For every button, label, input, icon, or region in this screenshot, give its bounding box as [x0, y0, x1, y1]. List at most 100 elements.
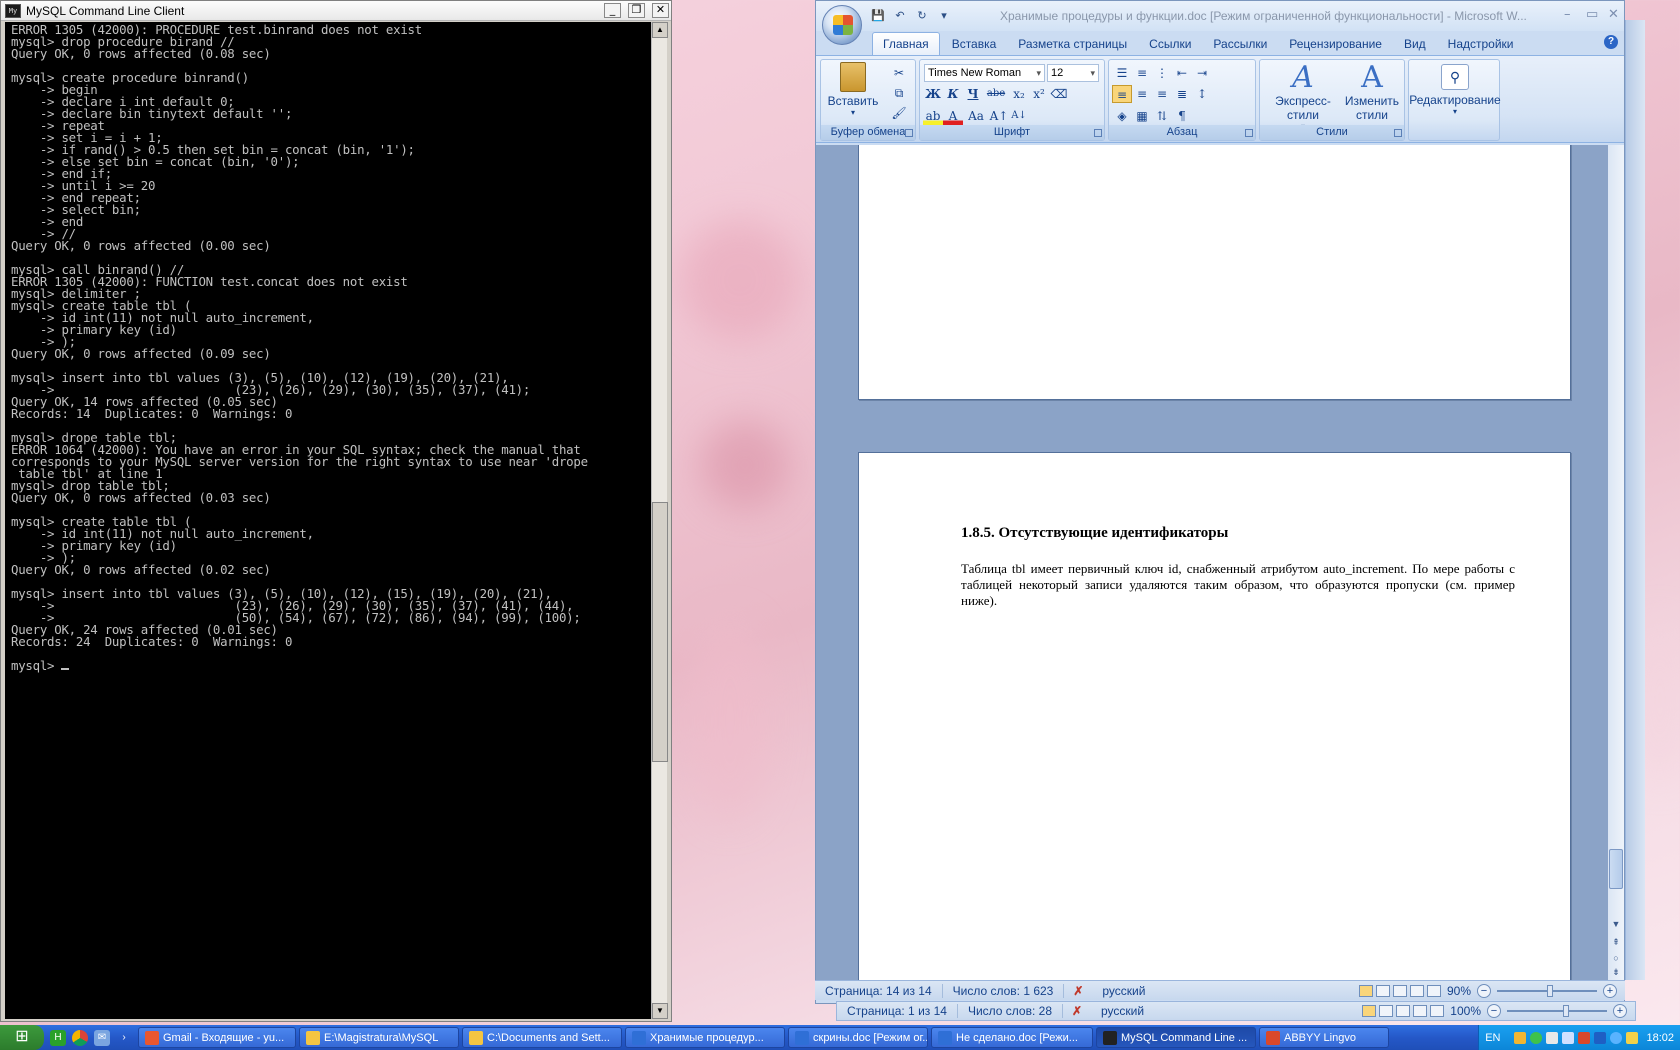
- tray-update-icon[interactable]: [1610, 1031, 1623, 1044]
- print-layout-icon[interactable]: [1358, 984, 1373, 997]
- justify-icon[interactable]: ≣: [1172, 85, 1192, 103]
- status-page[interactable]: Страница: 14 из 14: [815, 983, 943, 998]
- underline-button[interactable]: Ч: [963, 85, 983, 103]
- console-output[interactable]: ERROR 1305 (42000): PROCEDURE test.binra…: [5, 22, 653, 1019]
- font-color-icon[interactable]: A: [943, 107, 963, 125]
- taskbar-button[interactable]: Хранимые процедур...: [625, 1027, 785, 1048]
- console-scrollbar[interactable]: ▲ ▼: [651, 22, 668, 1019]
- web-layout-icon[interactable]: [1396, 1005, 1411, 1017]
- cut-icon[interactable]: ✂: [889, 64, 909, 82]
- line-spacing-icon[interactable]: ↕: [1192, 85, 1212, 103]
- tray-chat-icon[interactable]: [1530, 1031, 1543, 1044]
- align-right-icon[interactable]: ≡: [1152, 85, 1172, 103]
- sort-icon[interactable]: ⇅: [1152, 107, 1172, 125]
- chrome-icon[interactable]: [72, 1029, 88, 1046]
- document-area[interactable]: 1.8.5. Отсутствующие идентификаторы Табл…: [816, 145, 1624, 983]
- tray-network-icon[interactable]: [1594, 1031, 1607, 1044]
- strikethrough-button[interactable]: abe: [983, 85, 1009, 103]
- spelling-check-icon[interactable]: ✗: [1069, 1004, 1085, 1018]
- prev-page-icon[interactable]: ⇞: [1608, 937, 1624, 948]
- bold-button[interactable]: Ж: [923, 85, 943, 103]
- language-indicator[interactable]: EN: [1485, 1032, 1500, 1044]
- save-icon[interactable]: 💾: [870, 9, 886, 23]
- full-screen-icon[interactable]: [1379, 1005, 1394, 1017]
- taskbar-button[interactable]: ABBYY Lingvo: [1259, 1027, 1389, 1048]
- full-screen-icon[interactable]: [1375, 984, 1390, 997]
- clock[interactable]: 18:02: [1646, 1032, 1674, 1044]
- italic-button[interactable]: К: [943, 85, 963, 103]
- spelling-check-icon[interactable]: ✗: [1070, 984, 1086, 998]
- word-scroll-thumb[interactable]: [1609, 849, 1623, 889]
- scroll-thumb[interactable]: [652, 502, 668, 762]
- zoom-slider[interactable]: [1507, 1005, 1607, 1017]
- scroll-down-arrow-icon[interactable]: ▼: [652, 1003, 668, 1019]
- highlight-icon[interactable]: ab: [923, 107, 943, 125]
- tab-review[interactable]: Рецензирование: [1279, 33, 1392, 55]
- taskbar-button[interactable]: Не сделано.doc [Режи...: [931, 1027, 1093, 1048]
- zoom-slider[interactable]: [1497, 984, 1597, 997]
- change-styles-button[interactable]: A Изменить стили: [1342, 62, 1402, 123]
- word-close-button[interactable]: ✕: [1608, 7, 1619, 22]
- tray-lingvo-icon[interactable]: [1578, 1031, 1591, 1044]
- show-marks-icon[interactable]: ¶: [1172, 107, 1192, 125]
- paragraph-launcher-icon[interactable]: [1245, 129, 1253, 137]
- borders-icon[interactable]: ▦: [1132, 107, 1152, 125]
- paste-button[interactable]: Вставить ▾: [825, 62, 881, 117]
- align-left-icon[interactable]: ≡: [1112, 85, 1132, 103]
- clear-formatting-icon[interactable]: ⌫: [1049, 85, 1069, 103]
- tray-tools-icon[interactable]: [1626, 1031, 1639, 1044]
- tab-home[interactable]: Главная: [872, 32, 940, 55]
- status-language[interactable]: русский: [1092, 984, 1155, 998]
- background-word-window-edge[interactable]: [1625, 20, 1645, 980]
- clipboard-launcher-icon[interactable]: [905, 129, 913, 137]
- scroll-down-icon[interactable]: ▼: [1608, 919, 1624, 929]
- draft-icon[interactable]: [1430, 1005, 1445, 1017]
- help-icon[interactable]: ?: [1604, 35, 1618, 49]
- numbering-icon[interactable]: ≡: [1132, 64, 1152, 82]
- word-minimize-button[interactable]: –: [1564, 7, 1571, 22]
- tab-view[interactable]: Вид: [1394, 33, 1436, 55]
- outline-icon[interactable]: [1409, 984, 1424, 997]
- styles-launcher-icon[interactable]: [1394, 129, 1402, 137]
- multilevel-list-icon[interactable]: ⋮: [1152, 64, 1172, 82]
- zoom-out-icon[interactable]: −: [1477, 983, 1491, 998]
- zoom-out-icon[interactable]: −: [1487, 1004, 1501, 1018]
- decrease-indent-icon[interactable]: ⇤: [1172, 64, 1192, 82]
- redo-icon[interactable]: ↻: [914, 9, 930, 23]
- tab-references[interactable]: Ссылки: [1139, 33, 1201, 55]
- taskbar-button[interactable]: Gmail - Входящие - yu...: [138, 1027, 296, 1048]
- subscript-button[interactable]: x₂: [1009, 85, 1029, 103]
- font-launcher-icon[interactable]: [1094, 129, 1102, 137]
- increase-indent-icon[interactable]: ⇥: [1192, 64, 1212, 82]
- tab-insert[interactable]: Вставка: [942, 33, 1007, 55]
- more-icon[interactable]: ›: [116, 1030, 132, 1046]
- scroll-up-arrow-icon[interactable]: ▲: [652, 22, 668, 38]
- start-button[interactable]: ⊞: [0, 1025, 44, 1050]
- status-language[interactable]: русский: [1091, 1004, 1154, 1018]
- tray-app-icon[interactable]: [1514, 1031, 1527, 1044]
- status-page[interactable]: Страница: 1 из 14: [837, 1004, 958, 1018]
- office-button[interactable]: [822, 5, 862, 45]
- web-layout-icon[interactable]: [1392, 984, 1407, 997]
- status-words[interactable]: Число слов: 1 623: [943, 983, 1065, 998]
- zoom-in-icon[interactable]: +: [1603, 983, 1617, 998]
- minimize-button[interactable]: _: [604, 3, 621, 18]
- mysql-console-window[interactable]: My MySQL Command Line Client _ ❐ ✕ ERROR…: [0, 0, 672, 1022]
- messenger-icon[interactable]: ✉: [94, 1029, 110, 1046]
- qat-customize-icon[interactable]: ▾: [936, 9, 952, 23]
- status-words[interactable]: Число слов: 28: [958, 1004, 1063, 1018]
- zoom-level[interactable]: 100%: [1450, 1004, 1481, 1018]
- next-page-icon[interactable]: ⇟: [1608, 967, 1624, 978]
- console-title-bar[interactable]: My MySQL Command Line Client _ ❐ ✕: [1, 1, 671, 21]
- taskbar-button[interactable]: MySQL Command Line ...: [1096, 1027, 1256, 1048]
- align-center-icon[interactable]: ≡: [1132, 85, 1152, 103]
- quick-styles-button[interactable]: A Экспресс-стили ▾: [1264, 62, 1342, 132]
- word-maximize-button[interactable]: ▭: [1586, 7, 1598, 22]
- zoom-level[interactable]: 90%: [1447, 984, 1471, 998]
- tab-mailings[interactable]: Рассылки: [1203, 33, 1277, 55]
- shading-icon[interactable]: ◈: [1112, 107, 1132, 125]
- font-size-select[interactable]: 12: [1047, 64, 1099, 82]
- tray-security-icon[interactable]: [1546, 1031, 1559, 1044]
- undo-icon[interactable]: ↶: [892, 9, 908, 23]
- font-name-select[interactable]: Times New Roman: [924, 64, 1045, 82]
